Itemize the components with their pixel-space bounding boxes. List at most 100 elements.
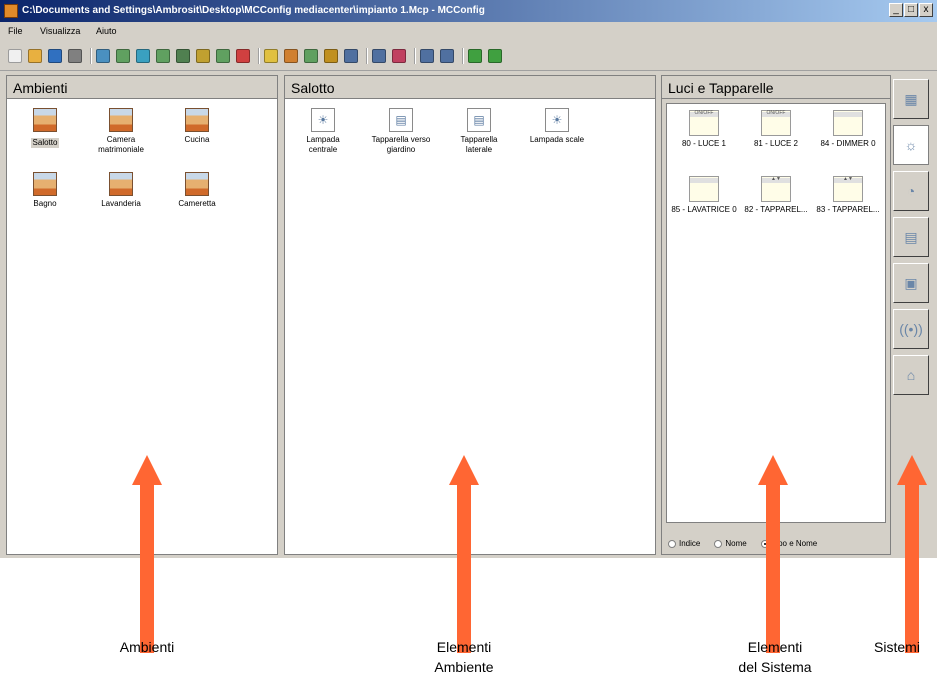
system-element-label: 84 - DIMMER 0 [820, 139, 876, 148]
toolbar-button-icon[interactable] [264, 49, 278, 63]
room-item-label: Cucina [184, 135, 210, 144]
shutter-icon-glyph: ▤ [473, 113, 485, 127]
toolbar-button-icon[interactable] [372, 49, 386, 63]
module-top-text: ON/OFF [694, 110, 714, 116]
system-elements-panel-header: Luci e Tapparelle [662, 76, 890, 99]
sort-options: Indice Nome Tipo e Nome [668, 539, 817, 548]
module-top-text: ▲▼ [843, 176, 853, 182]
room-element-item[interactable]: ▤ Tapparella verso giardino [369, 108, 433, 155]
room-item[interactable]: Bagno [13, 172, 77, 209]
menu-visualizza[interactable]: Visualizza [40, 26, 80, 36]
sidebar-button-audio-video[interactable]: ▤ [893, 217, 929, 257]
room-item-label: Lavanderia [101, 199, 141, 208]
shutter-module-icon: ▲▼ [761, 176, 791, 202]
room-icon [185, 108, 209, 132]
system-config-icon: ▦ [904, 90, 918, 107]
room-item[interactable]: Cameretta [165, 172, 229, 209]
room-item[interactable]: Camera matrimoniale [89, 108, 153, 155]
toolbar-button-icon[interactable] [116, 49, 130, 63]
radio-dot[interactable] [668, 539, 676, 548]
lights-shutters-icon: ☼ [904, 137, 918, 153]
room-icon [33, 172, 57, 196]
toolbar-button-icon[interactable] [216, 49, 230, 63]
toolbar-button-icon[interactable] [196, 49, 210, 63]
sidebar-button-network[interactable]: ⌂ [893, 355, 929, 395]
maximize-button[interactable]: □ [904, 3, 918, 17]
shutter-icon: ▤ [467, 108, 491, 132]
room-element-label: Lampada scale [529, 135, 585, 144]
system-element-label: 81 - LUCE 2 [753, 139, 799, 148]
lamp-icon-glyph: ☀ [317, 113, 329, 127]
caption-elementi-sistema: Elementi del Sistema [705, 637, 845, 677]
close-button[interactable]: x [919, 3, 933, 17]
caption-elementi-sistema-line1: Elementi [747, 639, 803, 655]
room-element-item[interactable]: ☀ Lampada centrale [291, 108, 355, 155]
shutter-module-icon: ▲▼ [833, 176, 863, 202]
toolbar [0, 42, 937, 71]
toolbar-button-icon[interactable] [96, 49, 110, 63]
system-element-item[interactable]: ▲▼ 83 - TAPPAREL... [813, 176, 883, 215]
room-item[interactable]: Cucina [165, 108, 229, 145]
toolbar-button-icon[interactable] [136, 49, 150, 63]
room-item-label: Camera matrimoniale [98, 135, 144, 154]
toolbar-button-icon[interactable] [48, 49, 62, 63]
shutter-icon-glyph: ▤ [395, 113, 407, 127]
menu-aiuto[interactable]: Aiuto [96, 26, 117, 36]
room-item[interactable]: Salotto [13, 108, 77, 150]
toolbar-button-icon[interactable] [468, 49, 482, 63]
system-element-item[interactable]: ▲▼ 82 - TAPPAREL... [741, 176, 811, 215]
toolbar-button-icon[interactable] [156, 49, 170, 63]
toolbar-button-icon[interactable] [324, 49, 338, 63]
caption-elementi-ambiente: Elementi Ambiente [404, 637, 524, 677]
system-element-item[interactable]: 85 - LAVATRICE 0 [669, 176, 739, 215]
sidebar-button-scenario[interactable]: ◔ [893, 171, 929, 211]
menu-file[interactable]: File [8, 26, 23, 36]
room-item-label: Cameretta [178, 199, 216, 208]
room-element-label: Tapparella laterale [460, 135, 498, 154]
toolbar-button-icon[interactable] [236, 49, 250, 63]
room-item[interactable]: Lavanderia [89, 172, 153, 209]
system-element-item[interactable]: 84 - DIMMER 0 [813, 110, 883, 149]
toolbar-button-icon[interactable] [420, 49, 434, 63]
toolbar-button-icon[interactable] [440, 49, 454, 63]
toolbar-button-icon[interactable] [284, 49, 298, 63]
toolbar-separator [90, 48, 92, 64]
toolbar-button-icon[interactable] [28, 49, 42, 63]
radio-label: Indice [679, 539, 701, 548]
sidebar-button-wireless[interactable]: ((•)) [893, 309, 929, 349]
title-bar: C:\Documents and Settings\Ambrosit\Deskt… [0, 0, 937, 22]
light-module-icon: ON/OFF [761, 110, 791, 136]
room-icon [185, 172, 209, 196]
sidebar-button-intercom[interactable]: ▣ [893, 263, 929, 303]
room-icon [33, 108, 57, 132]
system-element-item[interactable]: ON/OFF 81 - LUCE 2 [741, 110, 811, 149]
lamp-icon: ☀ [311, 108, 335, 132]
radio-dot[interactable] [714, 539, 723, 548]
system-element-item[interactable]: ON/OFF 80 - LUCE 1 [669, 110, 739, 149]
room-element-item[interactable]: ▤ Tapparella laterale [447, 108, 511, 155]
sort-radio-indice[interactable]: Indice [668, 539, 700, 548]
room-element-label: Lampada centrale [306, 135, 340, 154]
minimize-button[interactable]: _ [889, 3, 903, 17]
caption-sistemi: Sistemi [874, 639, 920, 655]
toolbar-button-icon[interactable] [176, 49, 190, 63]
module-top-bar [834, 112, 862, 117]
room-element-item[interactable]: ☀ Lampada scale [525, 108, 589, 145]
toolbar-button-icon[interactable] [304, 49, 318, 63]
sidebar-button-system-config[interactable]: ▦ [893, 79, 929, 119]
sidebar-button-lights-shutters[interactable]: ☼ [893, 125, 929, 165]
caption-elementi-ambiente-line1: Elementi [436, 639, 492, 655]
lamp-icon: ☀ [545, 108, 569, 132]
system-element-label: 80 - LUCE 1 [681, 139, 727, 148]
toolbar-button-icon[interactable] [392, 49, 406, 63]
toolbar-button-icon[interactable] [68, 49, 82, 63]
caption-elementi-sistema-line2: del Sistema [738, 659, 812, 675]
toolbar-button-icon[interactable] [488, 49, 502, 63]
wireless-icon: ((•)) [899, 321, 923, 337]
module-top-text: ON/OFF [766, 110, 786, 116]
system-element-label: 82 - TAPPAREL... [744, 205, 808, 214]
toolbar-button-icon[interactable] [344, 49, 358, 63]
sort-radio-nome[interactable]: Nome [714, 539, 747, 548]
toolbar-button-icon[interactable] [8, 49, 22, 63]
app-icon [4, 4, 18, 18]
